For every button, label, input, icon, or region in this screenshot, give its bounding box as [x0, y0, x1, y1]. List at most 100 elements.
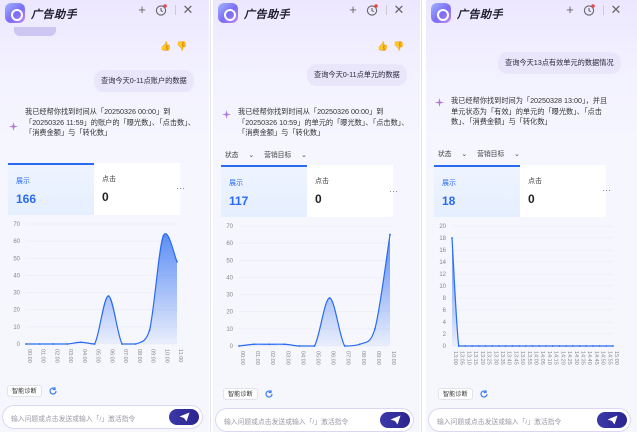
- x-tick-label: 14:50: [600, 351, 606, 365]
- x-tick-label: 15:00: [613, 351, 619, 365]
- data-point: [298, 345, 301, 347]
- trend-chart-svg: 0246810121416182013:00 13:05 13:10 13:15 13:…: [439, 224, 619, 365]
- filter-label: 状态: [438, 151, 452, 158]
- refresh-icon[interactable]: [48, 386, 58, 396]
- data-point: [328, 297, 331, 299]
- series-line: [238, 234, 391, 347]
- chat-panel-1: 广告助手 + ✕ 👍 👎 查询今天0-11点账户的数据 我已经帮你找到时间从「2…: [0, 0, 209, 432]
- new-chat-icon[interactable]: +: [135, 3, 149, 17]
- metric-card-impressions[interactable]: 展示 166: [8, 163, 94, 215]
- y-tick-label: 20: [439, 224, 446, 230]
- data-point: [268, 343, 271, 346]
- history-icon[interactable]: [582, 3, 596, 17]
- data-point: [52, 343, 55, 345]
- metric-card-clicks[interactable]: 点击 0: [520, 165, 606, 217]
- y-tick-label: 40: [13, 273, 20, 279]
- refresh-icon[interactable]: [264, 389, 274, 399]
- x-tick-label: 14:20: [559, 351, 565, 365]
- metric-card-impressions[interactable]: 展示 117: [221, 165, 307, 217]
- data-point: [491, 345, 494, 347]
- x-tick-label: 01:00: [254, 351, 260, 365]
- history-icon[interactable]: [154, 3, 168, 17]
- assistant-reply: 我已经帮你找到时间为「20250328 13:00」，并且单元状态为「有效」的单…: [451, 96, 608, 126]
- x-tick-label: 14:45: [593, 351, 599, 365]
- message-input[interactable]: 输入问题或点击发送或输入「/」激活指令: [215, 408, 414, 432]
- assistant-avatar-icon: [9, 122, 18, 131]
- thumbs-up-icon[interactable]: 👍: [160, 41, 171, 52]
- thumbs-up-icon[interactable]: 👍: [377, 41, 388, 52]
- user-message: 查询今天13点有效单元的数据情况: [498, 52, 621, 74]
- x-tick-label: 03:00: [67, 349, 73, 363]
- data-point: [374, 327, 376, 330]
- header-divider: [386, 5, 387, 15]
- history-icon[interactable]: [365, 3, 379, 17]
- metric-card-clicks[interactable]: 点击 0: [94, 163, 180, 215]
- x-tick-label: 07:00: [345, 351, 351, 365]
- data-point: [578, 345, 581, 347]
- more-metrics-button[interactable]: ···: [602, 185, 611, 195]
- assistant-avatar-icon: [222, 110, 231, 119]
- filter-label: 状态: [225, 152, 239, 159]
- filter-bar: 状态 ⌄ 营销目标 ⌄: [225, 149, 315, 159]
- panel-header: 广告助手 + ✕: [426, 0, 637, 26]
- metric-value: 0: [315, 192, 322, 206]
- x-tick-label: 01:00: [40, 349, 46, 363]
- more-metrics-button[interactable]: ···: [389, 186, 398, 196]
- app-title: 广告助手: [244, 9, 290, 21]
- x-tick-label: 11:00: [177, 349, 183, 362]
- x-tick-label: 14:40: [586, 351, 592, 365]
- data-point: [477, 345, 480, 347]
- x-tick-label: 00:00: [239, 351, 245, 365]
- send-button[interactable]: [169, 409, 199, 425]
- x-tick-label: 13:35: [499, 351, 505, 365]
- refresh-icon[interactable]: [479, 389, 489, 399]
- close-icon[interactable]: ✕: [609, 3, 623, 17]
- new-chat-icon[interactable]: +: [563, 3, 577, 17]
- filter-status-dropdown[interactable]: 状态 ⌄: [438, 151, 467, 158]
- assistant-reply: 我已经帮你找到时间从「20250326 00:00」到「20250326 11:…: [25, 107, 196, 137]
- app-title: 广告助手: [457, 9, 503, 21]
- send-button[interactable]: [597, 412, 627, 428]
- x-tick-label: 14:10: [546, 351, 552, 365]
- data-point: [545, 345, 547, 347]
- metric-label: 点击: [315, 178, 329, 185]
- message-input[interactable]: 输入问题或点击发送或输入「/」激活指令: [428, 408, 631, 432]
- filter-objective-dropdown[interactable]: 营销目标 ⌄: [264, 152, 307, 159]
- metric-card-impressions[interactable]: 展示 18: [434, 165, 520, 217]
- metric-label: 展示: [229, 180, 243, 187]
- smart-diagnose-button[interactable]: 智能诊断: [7, 385, 42, 397]
- x-tick-label: 00:00: [26, 349, 32, 363]
- more-metrics-button[interactable]: ···: [176, 183, 185, 193]
- y-tick-label: 16: [439, 248, 446, 254]
- send-button[interactable]: [380, 412, 410, 428]
- series-line: [451, 237, 613, 347]
- x-tick-label: 03:00: [284, 351, 290, 365]
- filter-status-dropdown[interactable]: 状态 ⌄: [225, 152, 254, 159]
- y-tick-label: 20: [226, 310, 233, 316]
- y-tick-label: 12: [439, 272, 446, 278]
- series-area: [452, 238, 613, 346]
- y-tick-label: 20: [13, 308, 20, 314]
- smart-diagnose-button[interactable]: 智能诊断: [438, 388, 473, 400]
- chat-panel-3: 广告助手 + ✕ 查询今天13点有效单元的数据情况 我已经帮你找到时间为「202…: [426, 0, 637, 432]
- new-chat-icon[interactable]: +: [346, 3, 360, 17]
- y-tick-label: 10: [439, 284, 446, 290]
- data-point: [591, 345, 594, 347]
- metric-value: 166: [16, 192, 37, 206]
- close-icon[interactable]: ✕: [181, 3, 195, 17]
- filter-objective-dropdown[interactable]: 营销目标 ⌄: [477, 151, 520, 158]
- message-input[interactable]: 输入问题或点击发送或输入「/」激活指令: [2, 405, 203, 429]
- x-tick-label: 08:00: [360, 351, 366, 365]
- thumbs-down-icon[interactable]: 👎: [176, 41, 187, 52]
- close-icon[interactable]: ✕: [392, 3, 406, 17]
- filter-bar: 状态 ⌄ 营销目标 ⌄: [438, 148, 528, 158]
- data-point: [498, 345, 500, 347]
- data-point: [313, 345, 316, 347]
- metric-card-clicks[interactable]: 点击 0: [307, 165, 393, 217]
- thumbs-down-icon[interactable]: 👎: [393, 41, 404, 52]
- data-point: [107, 295, 110, 297]
- smart-diagnose-button[interactable]: 智能诊断: [223, 388, 258, 400]
- app-logo-icon: [5, 3, 25, 23]
- y-tick-label: 0: [443, 344, 447, 350]
- metric-cards: 展示 166 点击 0: [8, 163, 180, 215]
